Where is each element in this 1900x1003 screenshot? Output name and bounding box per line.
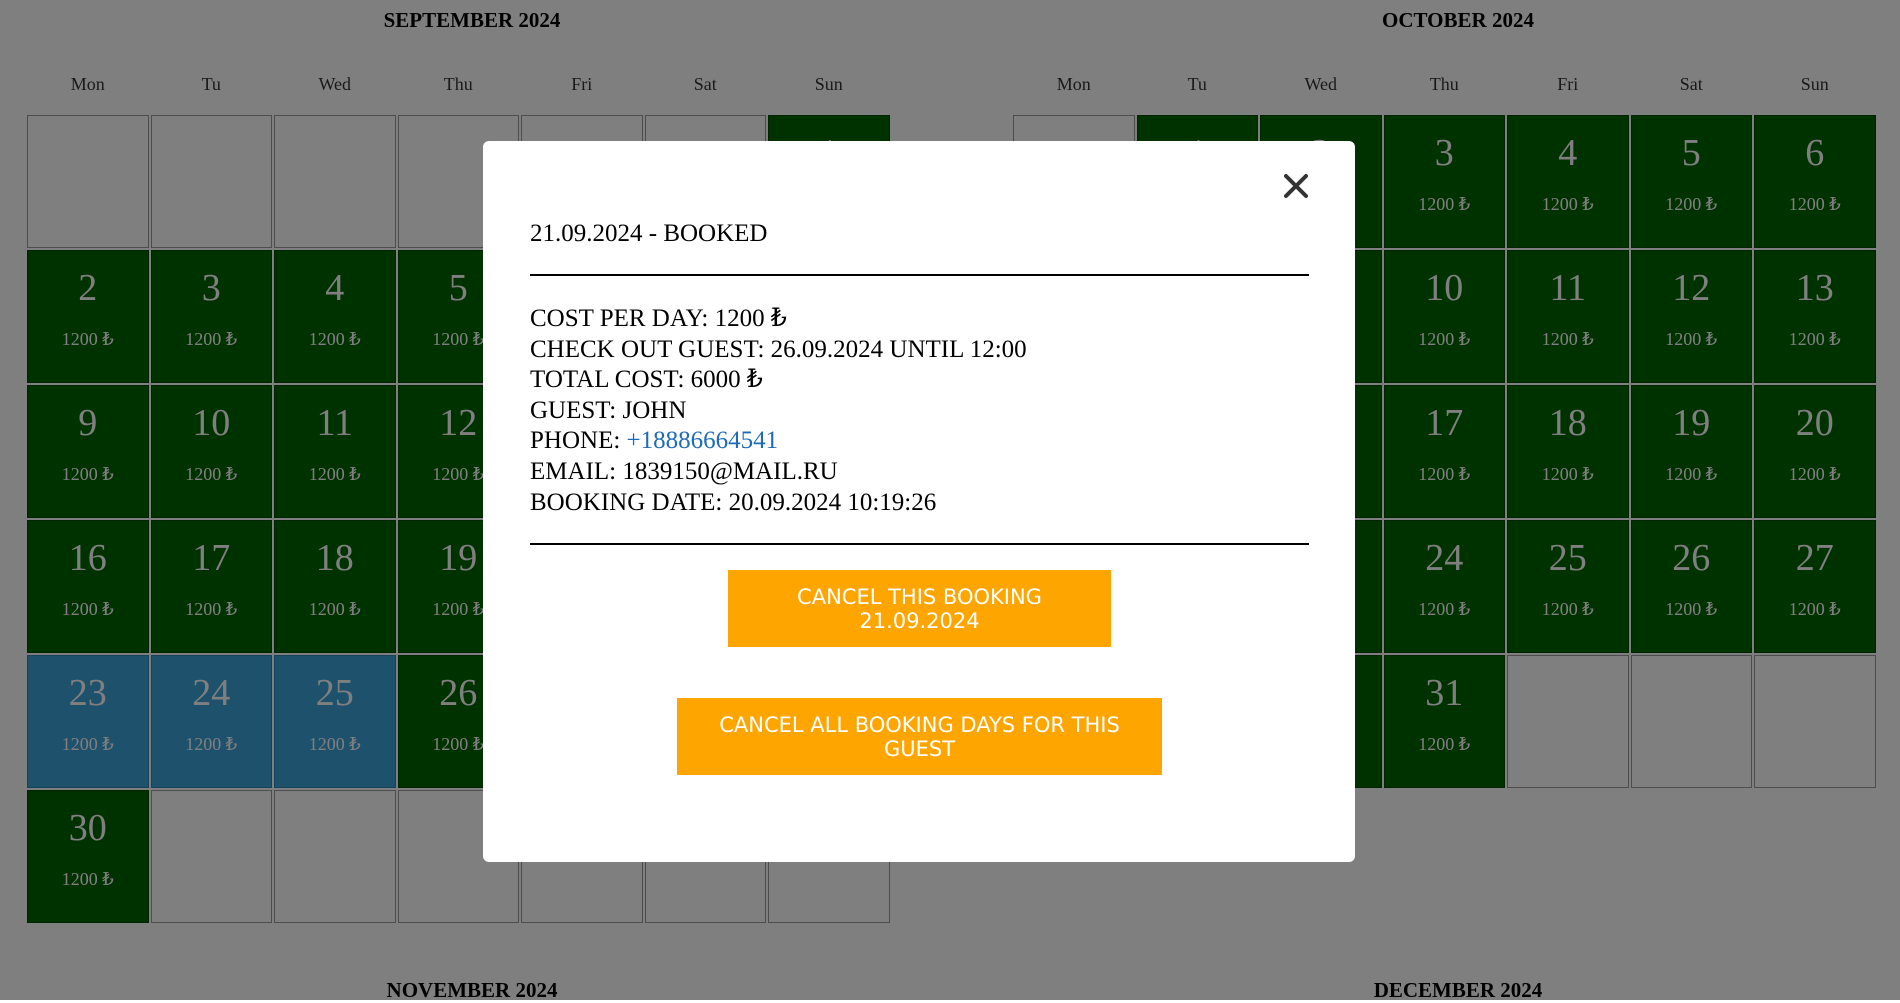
divider xyxy=(530,274,1309,276)
close-icon[interactable] xyxy=(1279,169,1313,203)
booking-calendar-page: SEPTEMBER 2024 Mon Tu Wed Thu Fri Sat Su… xyxy=(0,0,1900,1002)
guest-email: EMAIL: 1839150@MAIL.RU xyxy=(530,457,838,485)
cost-per-day: COST PER DAY: 1200 ₺ xyxy=(530,305,787,332)
cancel-all-booking-days-button[interactable]: CANCEL ALL BOOKING DAYS FOR THIS GUEST xyxy=(677,698,1162,775)
guest-name: GUEST: JOHN xyxy=(530,396,687,424)
booking-date-status: 21.09.2024 - BOOKED xyxy=(530,220,768,247)
total-cost: TOTAL COST: 6000 ₺ xyxy=(530,366,763,394)
phone-link[interactable]: +18886664541 xyxy=(627,427,779,454)
booking-details-modal: 21.09.2024 - BOOKED COST PER DAY: 1200 ₺… xyxy=(483,141,1355,862)
cancel-this-booking-button[interactable]: CANCEL THIS BOOKING 21.09.2024 xyxy=(728,570,1111,647)
check-out-guest: CHECK OUT GUEST: 26.09.2024 UNTIL 12:00 xyxy=(530,335,1027,363)
booking-details: COST PER DAY: 1200 ₺ CHECK OUT GUEST: 26… xyxy=(530,304,1027,518)
divider xyxy=(530,543,1309,545)
booking-date: BOOKING DATE: 20.09.2024 10:19:26 xyxy=(530,488,937,516)
phone-label: PHONE: xyxy=(530,427,627,455)
guest-phone: PHONE: +18886664541 xyxy=(530,426,1027,457)
